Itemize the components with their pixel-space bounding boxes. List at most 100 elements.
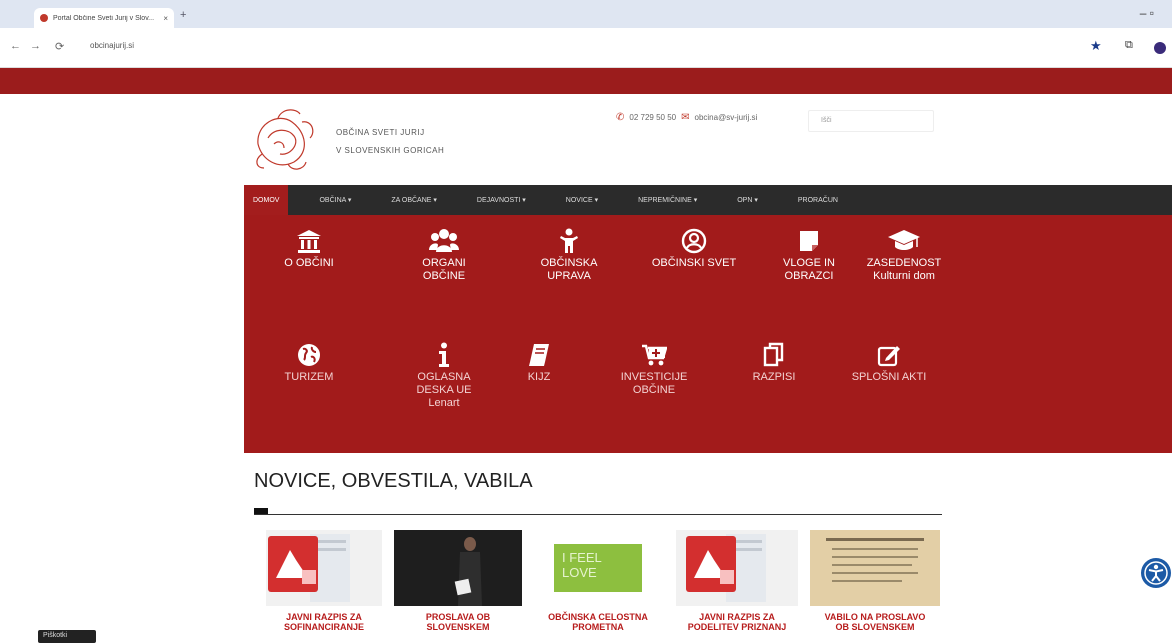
profile-avatar[interactable] xyxy=(1154,42,1166,54)
nav-item-obcina[interactable]: OBČINA ▾ xyxy=(310,185,360,215)
nav-item-za-obcane[interactable]: ZA OBČANE ▾ xyxy=(382,185,446,215)
news-divider xyxy=(254,514,942,515)
nav-item-opn[interactable]: OPN ▾ xyxy=(728,185,767,215)
quick-link-label: TURIZEM xyxy=(284,371,334,383)
nav-item-dejavnosti[interactable]: DEJAVNOSTI ▾ xyxy=(468,185,535,215)
nav-item-nepremicnine[interactable]: NEPREMIČNINE ▾ xyxy=(629,185,706,215)
group-icon xyxy=(379,225,509,257)
news-card[interactable]: JAVNI RAZPIS ZA PODELITEV PRIZNANJ xyxy=(676,530,798,643)
news-card-title: JAVNI RAZPIS ZA SOFINANCIRANJE xyxy=(266,612,382,632)
quick-link-o-obcini[interactable]: O OBČINI xyxy=(244,225,374,270)
quick-link-label: Kulturni dom xyxy=(873,270,935,282)
accessibility-icon[interactable] xyxy=(1141,558,1171,588)
quick-link-organi-obcine[interactable]: ORGANI OBČINE xyxy=(379,225,509,283)
quick-link-label: UPRAVA xyxy=(547,270,591,282)
banner-text: LOVE xyxy=(562,565,597,580)
news-card-title-line: SOFINANCIRANJE xyxy=(283,622,364,632)
banner-text: I FEEL xyxy=(562,550,602,565)
news-card[interactable]: PROSLAVA OB SLOVENSKEM xyxy=(394,530,522,643)
cart-icon xyxy=(589,339,719,371)
favicon-icon xyxy=(40,14,48,22)
news-card-title-line: PROSLAVA OB xyxy=(425,612,491,622)
tab-title: Portal Občine Sveti Jurij v Slov... xyxy=(53,14,155,22)
news-card-title: VABILO NA PROSLAVO OB SLOVENSKEM xyxy=(810,612,940,632)
pdf-icon xyxy=(676,530,798,606)
news-card-title-line: JAVNI RAZPIS ZA xyxy=(699,612,775,622)
news-card-image: I FEEL LOVE xyxy=(536,530,660,606)
new-tab-button[interactable]: + xyxy=(180,9,186,21)
book-icon xyxy=(474,339,604,371)
news-card-title-line: OBČINSKA CELOSTNA xyxy=(548,612,648,622)
search-input[interactable]: Išči xyxy=(808,110,934,132)
quick-link-obcinski-svet[interactable]: OBČINSKI SVET xyxy=(629,225,759,270)
reload-button[interactable]: ⟳ xyxy=(55,40,64,53)
municipality-name: OBČINA SVETI JURIJ V SLOVENSKIH GORICAH xyxy=(336,124,444,160)
news-card[interactable]: JAVNI RAZPIS ZA SOFINANCIRANJE xyxy=(266,530,382,643)
quick-link-turizem[interactable]: TURIZEM xyxy=(244,339,374,384)
news-card-title-line: PROMETNA xyxy=(572,622,624,632)
news-card-image xyxy=(810,530,940,606)
tab-close-icon[interactable]: × xyxy=(163,14,168,23)
forward-button[interactable]: → xyxy=(30,40,41,52)
extensions-icon[interactable]: ⧉ xyxy=(1125,39,1133,52)
quick-link-label: OBČINE xyxy=(632,384,676,396)
quick-link-razpisi[interactable]: RAZPISI xyxy=(709,339,839,384)
bookmark-star-icon[interactable]: ★ xyxy=(1090,38,1102,54)
browser-tab[interactable]: Portal Občine Sveti Jurij v Slov... × xyxy=(34,8,174,28)
contact-info: ✆ 02 729 50 50 ✉ obcina@sv-jurij.si xyxy=(616,112,757,123)
back-button[interactable]: ← xyxy=(10,40,21,52)
browser-tab-bar: Portal Občine Sveti Jurij v Slov... × + … xyxy=(0,0,1172,28)
copy-icon xyxy=(709,339,839,371)
news-card-title-line: SLOVENSKEM xyxy=(426,622,490,632)
news-card-title-line: PODELITEV PRIZNANJ xyxy=(687,622,787,632)
user-circle-icon xyxy=(629,225,759,257)
municipality-name-line2: V SLOVENSKIH GORICAH xyxy=(336,146,445,155)
person-icon xyxy=(504,225,634,257)
quick-link-label: DESKA UE xyxy=(416,384,472,396)
quick-link-label: INVESTICIJE xyxy=(620,371,688,383)
news-card-title: OBČINSKA CELOSTNA PROMETNA xyxy=(536,612,660,632)
quick-link-label: ORGANI xyxy=(422,257,466,269)
quick-link-kijz[interactable]: KIJZ xyxy=(474,339,604,384)
quick-link-label: O OBČINI xyxy=(284,257,334,269)
news-heading: NOVICE, OBVESTILA, VABILA xyxy=(254,470,533,492)
email-icon: ✉ xyxy=(681,112,690,123)
quick-link-label: RAZPISI xyxy=(752,371,796,383)
nav-item-novice[interactable]: NOVICE ▾ xyxy=(557,185,607,215)
news-card[interactable]: VABILO NA PROSLAVO OB SLOVENSKEM xyxy=(810,530,940,643)
news-card-title-line: JAVNI RAZPIS ZA xyxy=(286,612,362,622)
quick-links-panel: O OBČINI ORGANI OBČINE OBČINSKA UPRAVA O… xyxy=(244,215,1172,453)
phone-icon: ✆ xyxy=(616,112,625,123)
quick-link-label: ZASEDENOST xyxy=(866,257,942,269)
email-address[interactable]: obcina@sv-jurij.si xyxy=(695,113,758,122)
municipality-name-line1: OBČINA SVETI JURIJ xyxy=(336,128,425,137)
nav-item-domov[interactable]: DOMOV xyxy=(244,185,289,215)
news-card-title-line: VABILO NA PROSLAVO xyxy=(824,612,926,622)
quick-link-zasedenost[interactable]: ZASEDENOST Kulturni dom xyxy=(839,225,969,283)
quick-link-splosni-akti[interactable]: SPLOŠNI AKTI xyxy=(824,339,954,384)
window-controls[interactable]: – ▫ xyxy=(1140,6,1154,20)
quick-link-label: KIJZ xyxy=(527,371,551,383)
top-brand-strip xyxy=(0,68,1172,94)
quick-link-label: OBČINE xyxy=(422,270,466,282)
graduation-cap-icon xyxy=(839,225,969,257)
quick-link-obcinska-uprava[interactable]: OBČINSKA UPRAVA xyxy=(504,225,634,283)
url-input[interactable]: obcinajurij.si xyxy=(90,41,134,50)
globe-icon xyxy=(244,339,374,371)
cookie-settings-button[interactable]: Piškotki xyxy=(38,630,96,643)
quick-link-label: OBČINSKA xyxy=(540,257,598,269)
pdf-icon xyxy=(266,530,382,606)
news-card-title: JAVNI RAZPIS ZA PODELITEV PRIZNANJ xyxy=(676,612,798,632)
news-card-title-line: OB SLOVENSKEM xyxy=(835,622,915,632)
quick-link-investicije[interactable]: INVESTICIJE OBČINE xyxy=(589,339,719,397)
nav-item-proracun[interactable]: PRORAČUN xyxy=(789,185,847,215)
news-card-title: PROSLAVA OB SLOVENSKEM xyxy=(394,612,522,632)
quick-link-label: Lenart xyxy=(428,397,460,409)
phone-number[interactable]: 02 729 50 50 xyxy=(629,113,676,122)
news-card[interactable]: I FEEL LOVE OBČINSKA CELOSTNA PROMETNA xyxy=(536,530,660,643)
address-bar: ← → ⟳ obcinajurij.si ★ ⧉ xyxy=(0,28,1172,68)
news-card-image xyxy=(394,530,522,606)
institution-icon xyxy=(244,225,374,257)
i-feel-slovenia-banner: I FEEL LOVE xyxy=(554,544,642,592)
municipality-logo[interactable] xyxy=(248,104,322,174)
